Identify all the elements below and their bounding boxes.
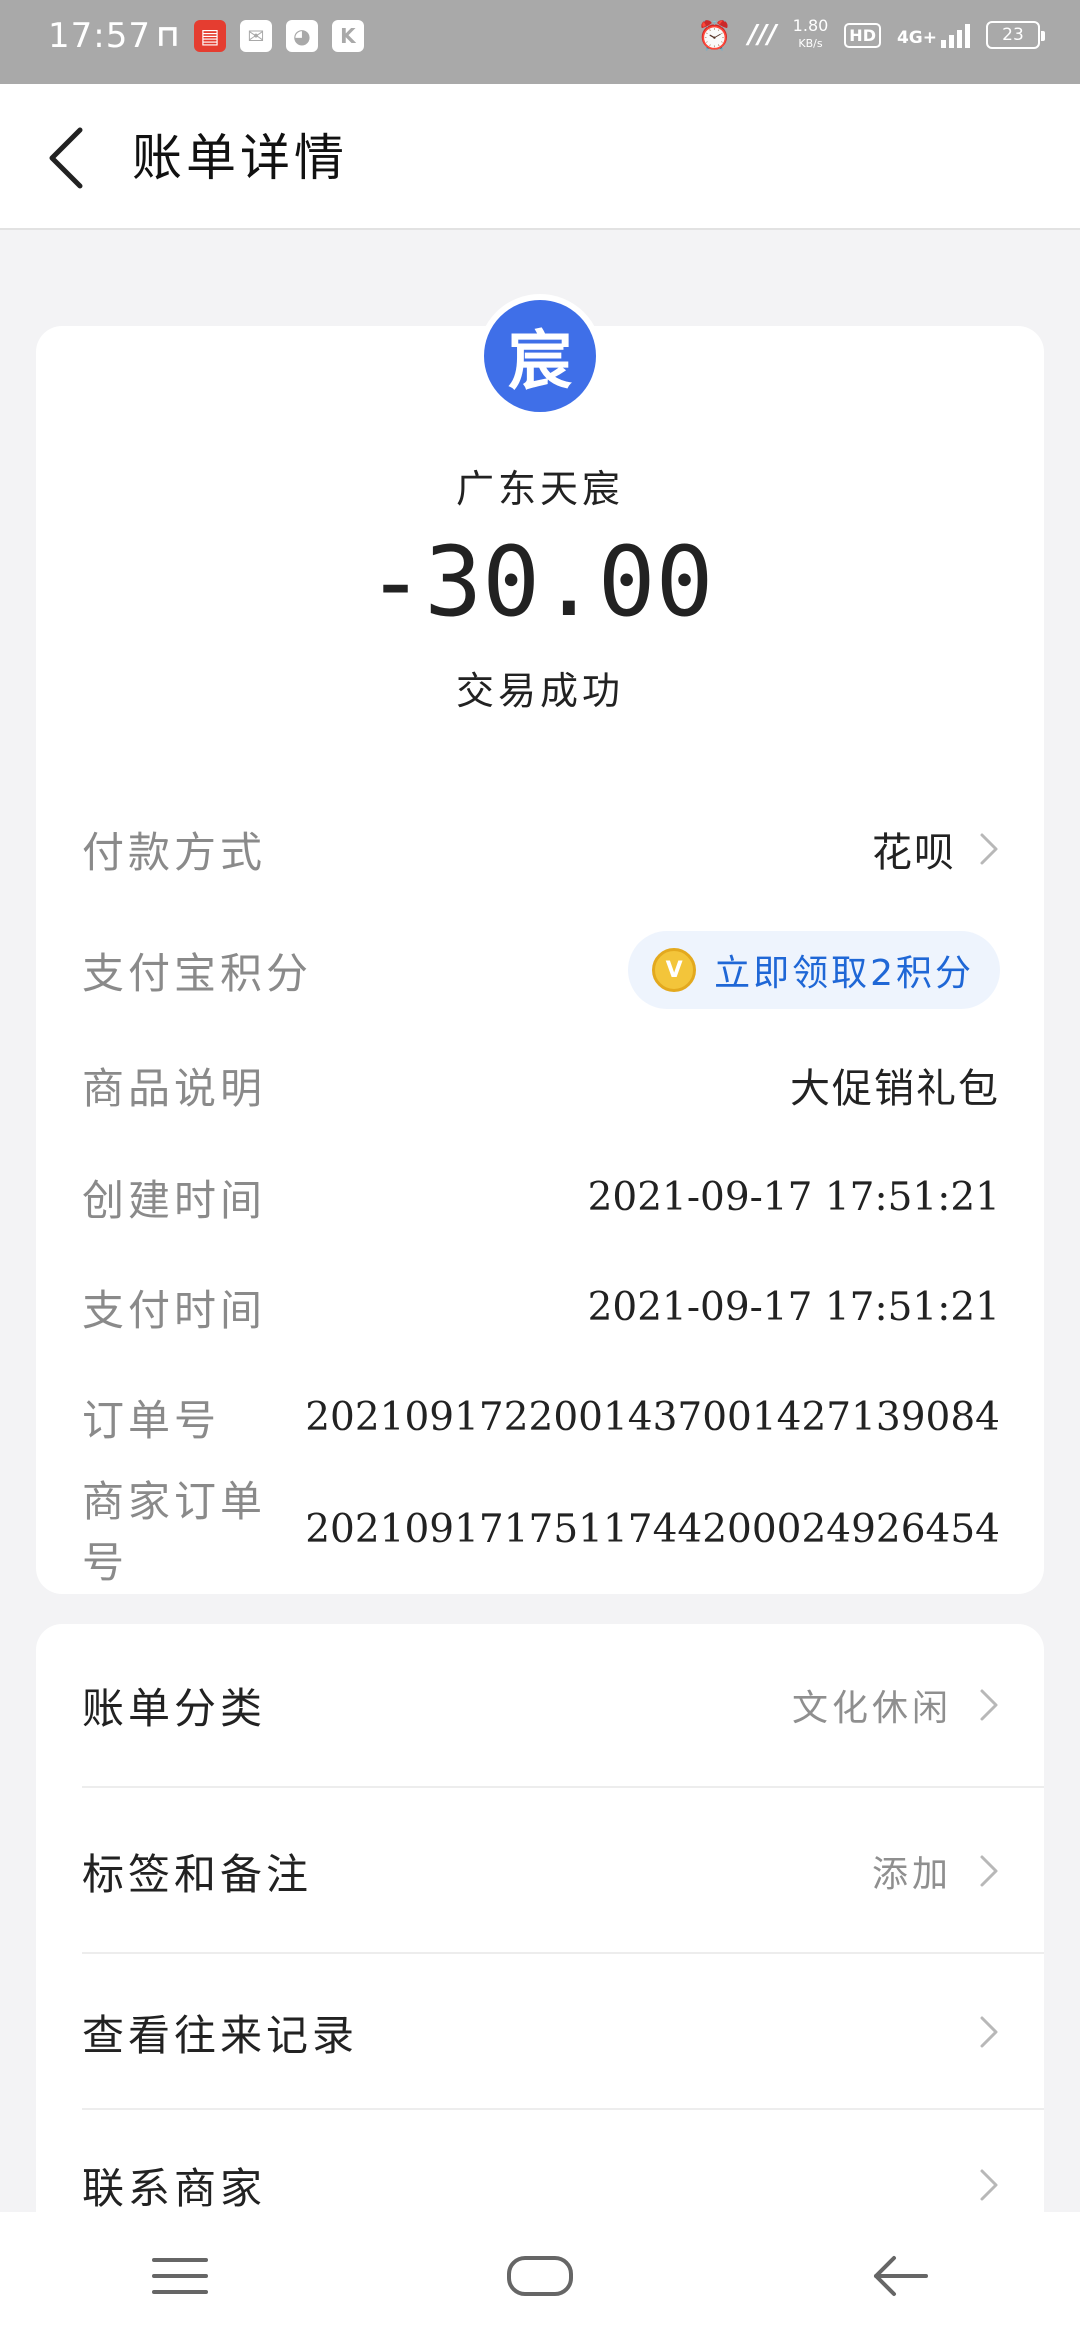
chevron-right-icon	[978, 829, 1000, 869]
network-type-label: 4G+	[896, 28, 937, 48]
paid-time-label: 支付时间	[82, 1285, 267, 1335]
menu-button[interactable]	[120, 2236, 240, 2316]
arrow-left-icon	[874, 2256, 928, 2296]
status-time: 17:57	[48, 16, 151, 56]
system-nav-bar	[0, 2212, 1080, 2340]
order-number-value: 2021091722001437001427139084	[305, 1394, 1000, 1440]
signal-strength-icon: ///	[748, 20, 777, 50]
battery-icon: 23	[986, 21, 1045, 49]
history-chevron-wrap	[978, 2012, 1000, 2052]
product-row: 商品说明 大促销礼包	[82, 1050, 1000, 1120]
back-button[interactable]	[36, 118, 106, 198]
merchant-order-label: 商家订单号	[82, 1477, 267, 1587]
history-label: 查看往来记录	[82, 2010, 359, 2060]
chevron-left-icon	[49, 127, 83, 189]
bill-category-label: 账单分类	[82, 1683, 267, 1733]
product-label: 商品说明	[82, 1063, 267, 1113]
mail-icon: ✉	[239, 20, 272, 52]
listen-app-red-icon: ▤	[193, 20, 226, 52]
tags-notes-label: 标签和备注	[82, 1849, 313, 1899]
payment-method-value: 花呗	[872, 830, 956, 876]
merchant-name: 广东天宸	[455, 467, 624, 511]
bill-category-row[interactable]: 账单分类 文化休闲	[82, 1624, 1044, 1788]
alipay-points-row: 支付宝积分 V 立即领取2积分	[82, 930, 1000, 1010]
order-number-label: 订单号	[82, 1395, 221, 1445]
created-time-value: 2021-09-17 17:51:21	[587, 1174, 1000, 1220]
payment-method-value-wrap: 花呗	[872, 820, 1000, 878]
chevron-right-icon	[978, 1685, 1000, 1725]
listen-app-icon: ⊓	[156, 18, 180, 54]
bill-category-value: 文化休闲	[791, 1688, 952, 1729]
payment-method-label: 付款方式	[82, 827, 267, 877]
merchant-order-row: 商家订单号 2021091717511744200024926454	[82, 1477, 1000, 1587]
history-row[interactable]: 查看往来记录	[82, 1956, 1044, 2110]
network-type: 4G+	[897, 22, 970, 48]
contact-chevron-wrap	[978, 2165, 1000, 2205]
status-bar: 17:57 ⊓ ▤ ✉ ◕ K ⏰ /// 1.80 KB/s HD 4G+ 2…	[0, 0, 1080, 84]
alipay-points-label: 支付宝积分	[82, 948, 313, 998]
paid-time-row: 支付时间 2021-09-17 17:51:21	[82, 1272, 1000, 1342]
menu-icon	[152, 2258, 208, 2294]
app-header: 账单详情	[0, 84, 1080, 230]
transaction-card: 宸 广东天宸 -30.00 交易成功 付款方式 花呗 支付宝积分 V 立即领取2…	[36, 294, 1044, 1594]
chevron-right-icon	[978, 2012, 1000, 2052]
bill-category-value-wrap: 文化休闲	[792, 1679, 1000, 1731]
page-title: 账单详情	[132, 129, 348, 187]
created-time-label: 创建时间	[82, 1175, 267, 1225]
order-number-row: 订单号 2021091722001437001427139084	[82, 1382, 1000, 1452]
network-speed-unit: KB/s	[798, 37, 823, 50]
points-coin-icon: V	[652, 948, 697, 992]
alarm-icon: ⏰	[697, 18, 733, 52]
k-app-icon: K	[331, 20, 364, 52]
system-icons: ⏰ /// 1.80 KB/s HD 4G+ 23	[697, 18, 1045, 52]
tags-notes-value: 添加	[871, 1854, 952, 1895]
home-icon	[507, 2256, 573, 2296]
cell-signal-icon	[941, 22, 970, 48]
notification-icons: ⊓ ▤ ✉ ◕ K	[156, 18, 364, 54]
hd-icon: HD	[844, 22, 881, 48]
chevron-right-icon	[978, 2165, 1000, 2205]
chevron-right-icon	[978, 1851, 1000, 1891]
merchant-order-value: 2021091717511744200024926454	[305, 1506, 1000, 1552]
paid-time-value: 2021-09-17 17:51:21	[587, 1284, 1000, 1330]
contact-merchant-label: 联系商家	[82, 2163, 267, 2213]
transaction-amount: -30.00	[366, 526, 714, 638]
tags-notes-value-wrap: 添加	[872, 1845, 1000, 1897]
product-value: 大促销礼包	[790, 1066, 1000, 1112]
network-speed: 1.80 KB/s	[793, 18, 829, 52]
tags-notes-row[interactable]: 标签和备注 添加	[82, 1790, 1044, 1954]
claim-points-text: 立即领取2积分	[714, 953, 974, 994]
nav-back-button[interactable]	[840, 2236, 960, 2316]
payment-method-row[interactable]: 付款方式 花呗	[82, 814, 1000, 884]
merchant-avatar: 宸	[478, 294, 602, 418]
created-time-row: 创建时间 2021-09-17 17:51:21	[82, 1162, 1000, 1232]
claim-points-button[interactable]: V 立即领取2积分	[628, 931, 1000, 1009]
transaction-status: 交易成功	[455, 669, 624, 713]
home-button[interactable]	[480, 2236, 600, 2316]
network-speed-value: 1.80	[792, 16, 829, 35]
wechat-icon: ◕	[285, 20, 318, 52]
